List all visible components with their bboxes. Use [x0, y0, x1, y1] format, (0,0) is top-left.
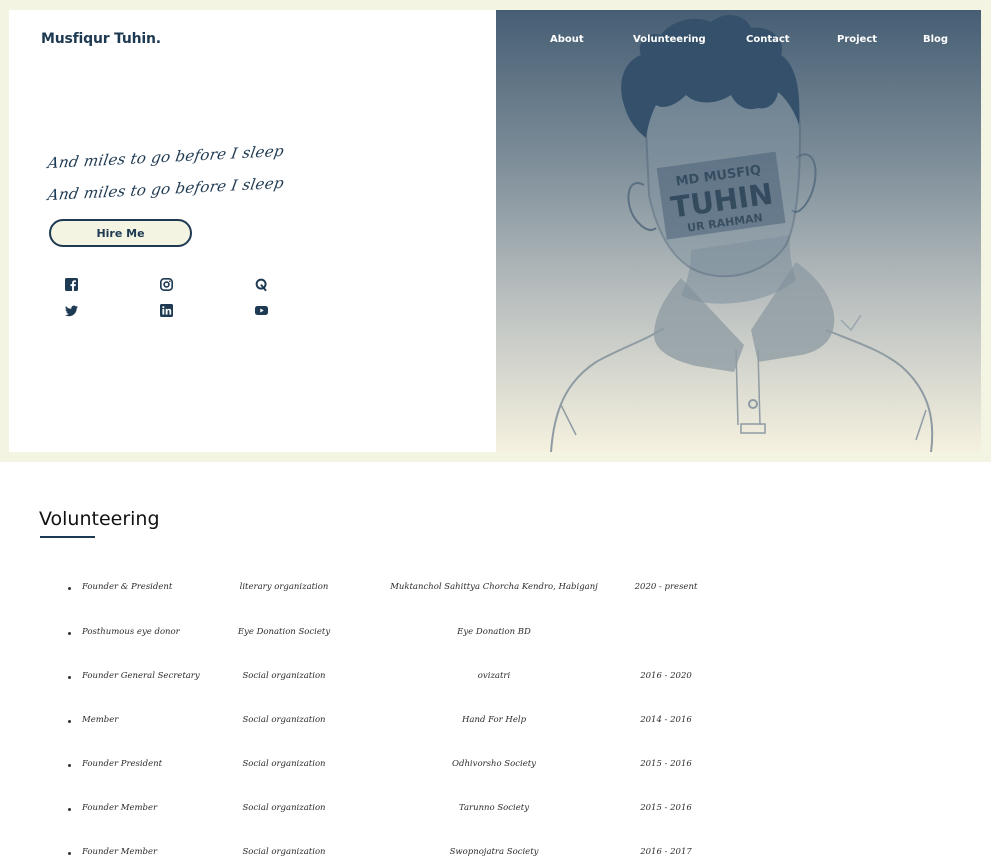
year-range: 2016 - 2020	[640, 671, 692, 681]
portrait-illustration: MD MUSFIQ TUHIN UR RAHMAN	[550, 15, 934, 452]
list-item: Founder President Social organization Od…	[0, 759, 991, 775]
organization-type: literary organization	[239, 582, 329, 592]
list-item: Founder Member Social organization Tarun…	[0, 803, 991, 819]
tagline-line-2: And miles to go before I sleep	[46, 173, 286, 205]
nav-contact[interactable]: Contact	[746, 34, 790, 45]
linkedin-icon[interactable]	[159, 303, 173, 317]
organization-name: Hand For Help	[461, 715, 527, 725]
organization-name: ovizatri	[477, 671, 511, 681]
organization-type: Social organization	[242, 715, 326, 725]
organization-name: Odhivorsho Society	[452, 759, 536, 769]
bullet	[68, 587, 71, 590]
nav-blog[interactable]: Blog	[923, 34, 948, 45]
twitter-icon[interactable]	[64, 303, 78, 317]
list-item: Founder Member Social organization Swopn…	[0, 847, 991, 863]
year-range: 2014 - 2016	[640, 715, 692, 725]
bullet	[68, 676, 71, 679]
bullet	[68, 852, 71, 855]
role-text: Posthumous eye donor	[82, 627, 180, 637]
list-item: Posthumous eye donor Eye Donation Societ…	[0, 627, 991, 643]
list-item: Member Social organization Hand For Help…	[0, 715, 991, 731]
role-text: Member	[82, 715, 119, 725]
bullet	[68, 808, 71, 811]
list-item: Founder General Secretary Social organiz…	[0, 671, 991, 687]
brand-logo[interactable]: Musfiqur Tuhin.	[41, 31, 161, 47]
year-range: 2016 - 2017	[640, 847, 692, 857]
bullet	[68, 632, 71, 635]
main-nav: About Volunteering Contact Project Blog	[496, 34, 981, 50]
quora-icon[interactable]	[254, 277, 268, 291]
nav-volunteering[interactable]: Volunteering	[633, 34, 706, 45]
hero-portrait-panel: MD MUSFIQ TUHIN UR RAHMAN About Voluntee…	[496, 10, 981, 452]
organization-type: Social organization	[242, 759, 326, 769]
hero-intro: Musfiqur Tuhin. And miles to go before I…	[9, 10, 496, 452]
year-range: 2020 - present	[634, 582, 698, 592]
tagline-line-1: And miles to go before I sleep	[46, 141, 286, 173]
instagram-icon[interactable]	[159, 277, 173, 291]
heading-underline	[40, 536, 95, 538]
role-text: Founder President	[82, 759, 162, 769]
organization-type: Social organization	[242, 803, 326, 813]
youtube-icon[interactable]	[254, 303, 268, 317]
role-text: Founder Member	[82, 803, 158, 813]
facebook-icon[interactable]	[64, 277, 78, 291]
organization-name: Muktanchol Sahittya Chorcha Kendro, Habi…	[390, 582, 598, 592]
organization-name: Swopnojatra Society	[449, 847, 539, 857]
nav-project[interactable]: Project	[837, 34, 877, 45]
bullet	[68, 720, 71, 723]
nav-about[interactable]: About	[550, 34, 584, 45]
hero-frame: Musfiqur Tuhin. And miles to go before I…	[0, 0, 991, 462]
organization-type: Social organization	[242, 671, 326, 681]
bullet	[68, 764, 71, 767]
volunteering-heading: Volunteering	[39, 508, 160, 530]
organization-type: Social organization	[242, 847, 326, 857]
year-range: 2015 - 2016	[640, 759, 692, 769]
role-text: Founder Member	[82, 847, 158, 857]
organization-type: Eye Donation Society	[237, 627, 331, 637]
list-item: Founder & President literary organizatio…	[0, 582, 991, 598]
organization-name: Eye Donation BD	[457, 627, 531, 637]
year-range: 2015 - 2016	[640, 803, 692, 813]
role-text: Founder General Secretary	[82, 671, 200, 681]
hire-me-button[interactable]: Hire Me	[49, 219, 192, 247]
organization-name: Tarunno Society	[458, 803, 530, 813]
role-text: Founder & President	[82, 582, 173, 592]
